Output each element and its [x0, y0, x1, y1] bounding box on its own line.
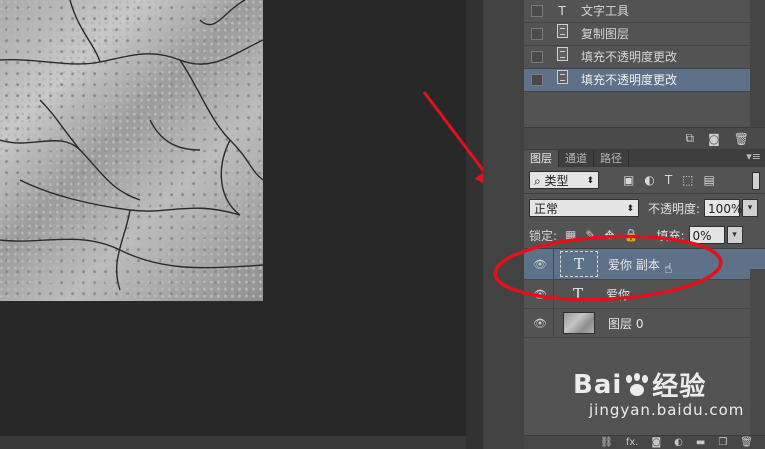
layer-filter-row: ⌕ 类型 ⬍ ▣ ◐ T ⬚ ▤	[524, 167, 765, 193]
lock-row: 锁定: ▦ ✎ ✥ 🔒 填充: 0% ▾	[524, 222, 765, 248]
history-item[interactable]: 复制图层	[524, 23, 750, 46]
opacity-input[interactable]: 100%	[704, 199, 742, 217]
mask-icon[interactable]: ◙	[651, 437, 661, 448]
layers-footer: ⛓ fx. ◙ ◐ ▬ ❐ 🗑	[524, 435, 765, 449]
baidu-jingyan-watermark: Bai 经验 jingyan.baidu.com	[573, 366, 745, 420]
document-icon	[555, 23, 569, 45]
link-icon[interactable]: ⛓	[600, 437, 613, 448]
document-canvas[interactable]	[0, 0, 466, 436]
layer-row[interactable]: 👁 图层 0	[524, 309, 765, 338]
layers-scrollbar[interactable]	[750, 269, 765, 435]
fill-dropdown-button[interactable]: ▾	[726, 226, 743, 244]
lock-label: 锁定:	[529, 228, 558, 243]
fx-icon[interactable]: fx.	[626, 437, 639, 448]
history-item-label: 复制图层	[581, 27, 630, 41]
blend-mode-value: 正常	[534, 202, 559, 216]
watermark-url: jingyan.baidu.com	[589, 401, 745, 419]
snapshot-checkbox[interactable]	[531, 5, 543, 17]
trash-icon[interactable]: 🗑	[734, 132, 749, 146]
text-tool-icon: T	[558, 4, 566, 18]
fill-input[interactable]: 0%	[688, 226, 725, 244]
search-icon: ⌕	[534, 174, 545, 188]
document-icon	[555, 69, 569, 91]
tab-paths[interactable]: 路径	[594, 150, 629, 167]
document-icon	[555, 46, 569, 68]
lock-transparency-icon[interactable]: ▦	[565, 228, 576, 242]
history-item-label: 填充不透明度更改	[581, 73, 678, 87]
text-layer-thumbnail-icon: T	[560, 251, 598, 277]
layers-panel-tabs: 图层 通道 路径 ▾≡	[524, 149, 765, 167]
layer-name: 爱你 副本	[608, 257, 660, 272]
snapshot-checkbox[interactable]	[531, 74, 543, 86]
lock-paint-icon[interactable]: ✎	[585, 228, 595, 242]
watermark-brand-left: Bai	[573, 369, 623, 400]
opacity-label: 不透明度:	[648, 201, 701, 216]
adjustment-filter-icon[interactable]: ◐	[644, 173, 654, 187]
visibility-eye-icon[interactable]: 👁	[530, 258, 550, 271]
blend-row: 正常 ⬍ 不透明度: 100% ▾	[524, 194, 765, 222]
canvas-vertical-scrollbar[interactable]	[466, 0, 483, 449]
trash-icon[interactable]: 🗑	[740, 437, 753, 448]
layer-name: 爱你	[606, 287, 631, 302]
shape-filter-icon[interactable]: ⬚	[682, 173, 693, 187]
history-scrollbar[interactable]	[750, 0, 765, 127]
visibility-eye-icon[interactable]: 👁	[530, 317, 550, 330]
adjustment-icon[interactable]: ◐	[674, 437, 683, 448]
filter-kind-select[interactable]: ⌕ 类型 ⬍	[529, 171, 599, 189]
tab-channels[interactable]: 通道	[559, 150, 594, 167]
history-item[interactable]: 填充不透明度更改	[524, 46, 750, 69]
snapshot-checkbox[interactable]	[531, 51, 543, 63]
chevron-updown-icon: ⬍	[586, 176, 594, 186]
watermark-brand-right: 经验	[652, 372, 707, 402]
history-item-label: 填充不透明度更改	[581, 50, 678, 64]
text-layer-thumbnail-icon: T	[572, 285, 583, 303]
group-folder-icon[interactable]: ▬	[696, 437, 705, 448]
new-layer-icon[interactable]: ❐	[718, 437, 727, 448]
tab-layers[interactable]: 图层	[524, 150, 559, 167]
history-panel: T 文字工具 复制图层 填充不透明度更改 填充不透明度更改	[524, 0, 750, 127]
layer-list: 👁 T 爱你 副本 ☝ 👁 T 爱你 👁 图层 0	[524, 249, 765, 338]
fill-label: 填充:	[656, 228, 685, 243]
baidu-paw-icon	[624, 372, 650, 397]
opacity-dropdown-button[interactable]: ▾	[742, 199, 759, 217]
history-item-active[interactable]: 填充不透明度更改	[524, 69, 750, 92]
collapsed-panel-strip	[483, 0, 525, 449]
visibility-eye-icon[interactable]: 👁	[530, 288, 550, 301]
layer-row-selected[interactable]: 👁 T 爱你 副本 ☝	[524, 249, 765, 280]
smart-object-filter-icon[interactable]: ▤	[704, 173, 715, 187]
history-footer: ⧉ ◙ 🗑	[524, 127, 765, 149]
layer-name: 图层 0	[608, 316, 644, 331]
history-item-label: 文字工具	[581, 4, 630, 18]
hand-cursor-icon: ☝	[664, 261, 673, 277]
chevron-updown-icon: ⬍	[626, 204, 634, 214]
layer-row[interactable]: 👁 T 爱你	[524, 280, 765, 309]
type-filter-icon[interactable]: T	[665, 173, 672, 187]
filter-toggle-switch[interactable]	[752, 172, 760, 190]
blend-mode-select[interactable]: 正常 ⬍	[529, 199, 639, 217]
panel-menu-icon[interactable]: ▾≡	[746, 150, 761, 163]
new-document-from-state-icon[interactable]: ⧉	[686, 131, 695, 146]
image-layer-thumbnail	[563, 312, 595, 334]
history-item[interactable]: T 文字工具	[524, 0, 750, 23]
concrete-texture-image	[0, 0, 263, 301]
lock-icons: ▦ ✎ ✥ 🔒	[565, 228, 638, 242]
filter-kind-value: 类型	[544, 174, 569, 188]
snapshot-checkbox[interactable]	[531, 28, 543, 40]
canvas-horizontal-scrollbar[interactable]	[0, 436, 466, 449]
camera-snapshot-icon[interactable]: ◙	[708, 132, 720, 146]
pixel-filter-icon[interactable]: ▣	[623, 173, 634, 187]
lock-all-icon[interactable]: 🔒	[624, 228, 639, 242]
lock-position-icon[interactable]: ✥	[604, 228, 614, 242]
filter-icons: ▣ ◐ T ⬚ ▤	[623, 173, 715, 187]
